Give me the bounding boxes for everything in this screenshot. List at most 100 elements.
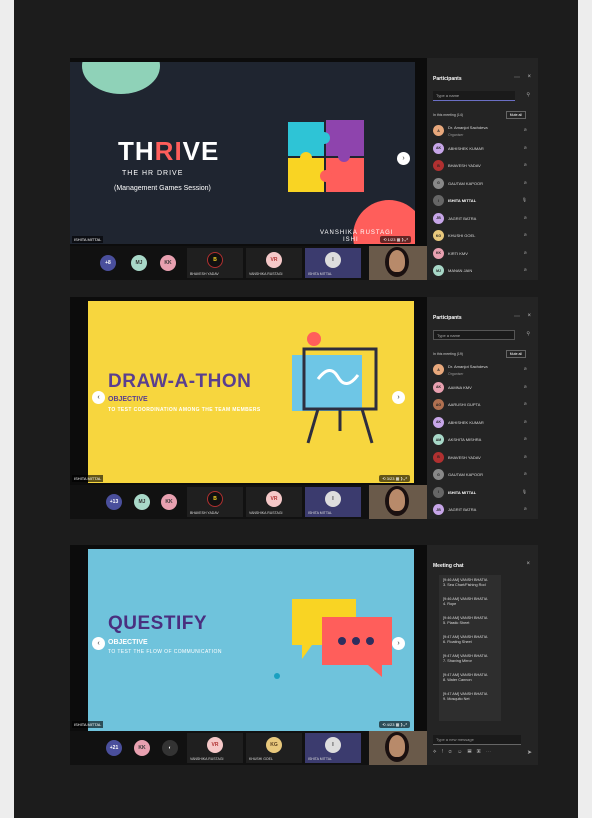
participant-name: JAGRIT BATRA	[448, 215, 477, 221]
participant-row[interactable]: B BHAVESH YADAV ⊘	[433, 157, 533, 175]
slide-controls[interactable]: ⟲ 3/23 ▦ ⟫ ⤢	[379, 475, 410, 482]
participant-row[interactable]: A Dr. Amanjot Sachdeva Organiser ⊘	[433, 122, 533, 140]
participants-panel: Participants ⋯ × Type a name ⚲ In this m…	[427, 297, 538, 519]
mic-off-icon[interactable]: ⊘	[524, 436, 527, 441]
slide-subtitle: THE HR DRIVE	[122, 170, 184, 177]
participant-photo-bubble[interactable]: ◐	[162, 740, 178, 756]
participant-row[interactable]: KK KIRTI KMV ⊘	[433, 245, 533, 263]
prev-slide-button[interactable]: ‹	[92, 391, 105, 404]
chat-message-input[interactable]: Type a new message	[433, 735, 521, 745]
next-slide-button[interactable]: ›	[397, 152, 410, 165]
participant-tile-active[interactable]: I ISHITA MITTAL	[305, 733, 361, 763]
mic-off-icon[interactable]: ⊘	[524, 419, 527, 424]
participant-name: ABHISHEK KUMAR	[448, 145, 484, 151]
chat-message-text: 4. Rope	[443, 602, 457, 606]
slide-controls[interactable]: ⟲ 4/23 ▦ ⟫ ⤢	[379, 721, 410, 728]
participant-tile[interactable]: VR VANSHIKA RUSTAGI	[187, 733, 243, 763]
avatar: JB	[433, 212, 444, 224]
next-slide-button[interactable]: ›	[392, 391, 405, 404]
mic-off-icon[interactable]: ⊘	[524, 454, 527, 459]
mic-off-icon[interactable]: ⊘	[524, 162, 527, 167]
participant-name: AKSHITA MISHRA	[448, 437, 482, 442]
mic-off-icon[interactable]: ⊘	[524, 127, 527, 132]
participant-tile[interactable]: B BHAVESH YADAV	[187, 487, 243, 517]
video-strip: +13 MJ KK B BHAVESH YADAV VR VANSHIKA RU…	[70, 485, 427, 519]
mic-off-icon[interactable]: ⊘	[524, 384, 527, 389]
mute-all-button[interactable]: Mute all	[505, 350, 526, 358]
close-icon[interactable]: ×	[527, 313, 531, 319]
more-options-icon[interactable]: ⋯	[514, 74, 520, 81]
participant-tile-active[interactable]: I ISHITA MITTAL	[305, 248, 361, 278]
share-icon[interactable]: ⚲	[526, 92, 530, 98]
close-icon[interactable]: ×	[526, 561, 530, 567]
participant-bubble[interactable]: MJ	[131, 255, 147, 271]
meeting-count-label[interactable]: In this meeting (14)	[433, 113, 463, 117]
chat-title: Meeting chat	[433, 563, 464, 569]
whiteboard-graphic	[292, 332, 378, 444]
participant-row[interactable]: I ISHITA MITTAL 🎙	[433, 192, 533, 210]
more-options-icon[interactable]: ⋯	[514, 313, 520, 320]
participant-row[interactable]: A Dr. Amanjot Sachdeva Organiser ⊘	[433, 361, 533, 379]
slide-title: THRIVE	[118, 136, 220, 166]
participant-row[interactable]: AG AARUSHI GUPTA ⊘	[433, 396, 533, 414]
participant-bubble[interactable]: KK	[161, 494, 177, 510]
share-icon[interactable]: ⚲	[526, 331, 530, 337]
participant-row[interactable]: AK ABHISHEK KUMAR ⊘	[433, 140, 533, 158]
mic-off-icon[interactable]: ⊘	[524, 267, 527, 272]
mic-icon[interactable]: 🎙	[522, 197, 527, 202]
avatar: B	[433, 451, 444, 463]
mic-icon[interactable]: 🎙	[522, 489, 527, 494]
participant-search-input[interactable]: Type a name	[433, 91, 515, 101]
participant-bubble[interactable]: MJ	[134, 494, 150, 510]
send-icon[interactable]: ➤	[527, 749, 532, 756]
participant-search-input[interactable]: Type a name	[433, 330, 515, 340]
participant-row[interactable]: AK ABHISHEK KUMAR ⊘	[433, 414, 533, 432]
slide-title: QUESTIFY	[108, 613, 208, 634]
participant-row[interactable]: AK AAMNA KMV ⊘	[433, 379, 533, 397]
mic-off-icon[interactable]: ⊘	[524, 180, 527, 185]
self-camera	[369, 485, 427, 519]
mic-off-icon[interactable]: ⊘	[524, 215, 527, 220]
participant-tile[interactable]: B BHAVESH YADAV	[187, 248, 243, 278]
close-icon[interactable]: ×	[527, 74, 531, 80]
prev-slide-button[interactable]: ‹	[92, 637, 105, 650]
mute-all-button[interactable]: Mute all	[505, 111, 526, 119]
chat-message: [9:47 AM] VANSH BHATIA 6. Floating Sheet	[439, 632, 501, 651]
mic-off-icon[interactable]: ⊘	[524, 471, 527, 476]
participant-row[interactable]: G GAUTAM KAPOOR ⊘	[433, 175, 533, 193]
avatar: B	[433, 160, 444, 171]
mic-off-icon[interactable]: ⊘	[524, 366, 527, 371]
chat-message: [9:47 AM] VANSH BHATIA 7. Shaving Mirror	[439, 651, 501, 670]
next-slide-button[interactable]: ›	[392, 637, 405, 650]
avatar: MJ	[433, 265, 444, 276]
participant-row[interactable]: JB JAGRIT BATRA ⊘	[433, 501, 533, 519]
participant-bubble[interactable]: KK	[134, 740, 150, 756]
participant-row[interactable]: AM AKSHITA MISHRA ⊘	[433, 431, 533, 449]
participant-row[interactable]: I ISHITA MITTAL 🎙	[433, 484, 533, 502]
overflow-count[interactable]: +8	[100, 255, 116, 271]
participant-row[interactable]: G GAUTAM KAPOOR ⊘	[433, 466, 533, 484]
participant-tile[interactable]: VR VANSHIKA RUSTAGI	[246, 487, 302, 517]
slide-controls[interactable]: ⟲ 1/23 ▦ ⟫ ⤢	[380, 236, 411, 243]
chat-message-text: 3. Sea Chart/Fishing Rod	[443, 583, 486, 587]
mic-off-icon[interactable]: ⊘	[524, 506, 527, 511]
mic-off-icon[interactable]: ⊘	[524, 145, 527, 150]
chat-toolbar[interactable]: ⟡ ! ⊘ ☺ ▤ ▣ ⋯	[433, 749, 493, 755]
participant-row[interactable]: B BHAVESH YADAV ⊘	[433, 449, 533, 467]
overflow-count[interactable]: +13	[106, 494, 122, 510]
mic-off-icon[interactable]: ⊘	[524, 401, 527, 406]
participant-name: MANAN JAIN	[448, 268, 473, 273]
participant-bubble[interactable]: KK	[160, 255, 176, 271]
participant-tile[interactable]: KG KHUSHI GOEL	[246, 733, 302, 763]
meeting-count-label[interactable]: In this meeting (19)	[433, 352, 463, 356]
cursor-dot	[274, 673, 280, 679]
mic-off-icon[interactable]: ⊘	[524, 250, 527, 255]
overflow-count[interactable]: +21	[106, 740, 122, 756]
participant-tile-active[interactable]: I ISHITA MITTAL	[305, 487, 361, 517]
mic-off-icon[interactable]: ⊘	[524, 232, 527, 237]
chat-message: [9:47 AM] VANSH BHATIA 8. Water Cannon	[439, 670, 501, 689]
participant-row[interactable]: JB JAGRIT BATRA ⊘	[433, 210, 533, 228]
participant-row[interactable]: MJ MANAN JAIN ⊘	[433, 262, 533, 280]
participant-row[interactable]: KG KHUSHI GOEL ⊘	[433, 227, 533, 245]
participant-tile[interactable]: VR VANSHIKA RUSTAGI	[246, 248, 302, 278]
